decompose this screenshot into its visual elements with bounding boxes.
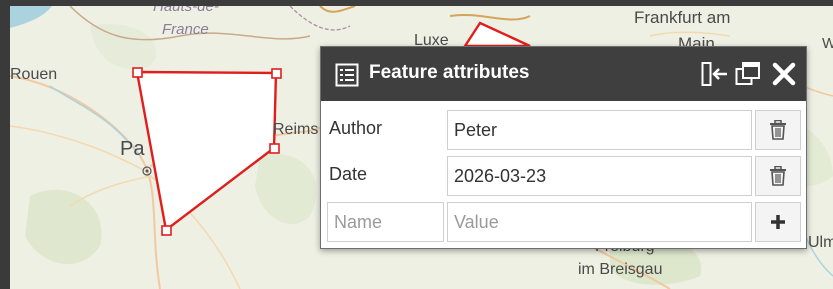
place-label-reims: Reims <box>273 121 319 138</box>
attribute-value-input[interactable]: Peter <box>447 110 752 150</box>
new-attribute-row <box>327 200 803 244</box>
popout-window-button[interactable] <box>735 61 761 92</box>
attribute-row-date: Date 2026-03-23 <box>327 154 803 198</box>
attribute-row-author: Author Peter <box>327 108 803 152</box>
dock-side-button[interactable] <box>701 61 729 92</box>
trash-icon <box>770 120 786 140</box>
list-icon <box>335 63 359 92</box>
place-label-region-2: France <box>162 21 209 38</box>
place-label-region: Hauts-de- <box>153 6 219 15</box>
plus-icon <box>771 215 785 229</box>
place-label-ulm: Ulm <box>808 234 833 251</box>
window-left-bar <box>0 0 10 289</box>
new-attribute-name-input[interactable] <box>327 202 444 242</box>
add-attribute-button[interactable] <box>755 202 801 242</box>
popout-window-icon <box>735 62 760 85</box>
attribute-name: Author <box>329 118 383 138</box>
delete-attribute-button[interactable] <box>755 156 801 196</box>
delete-attribute-button[interactable] <box>755 110 801 150</box>
attribute-name: Date <box>329 164 368 184</box>
feature-attributes-popup: Feature attributes Author Peter Date 202… <box>320 46 807 249</box>
close-icon <box>772 62 796 86</box>
attribute-value-input[interactable]: 2026-03-23 <box>447 156 752 196</box>
place-label-paris: Pa <box>120 138 145 160</box>
place-label-rouen: Rouen <box>10 66 58 83</box>
new-attribute-value-input[interactable] <box>447 202 752 242</box>
popup-title: Feature attributes <box>369 62 530 83</box>
popup-header: Feature attributes <box>321 47 806 101</box>
close-button[interactable] <box>771 61 797 92</box>
place-label-frankfurt: Frankfurt am <box>634 8 731 27</box>
place-label-breisgau: im Breisgau <box>578 261 663 278</box>
dock-side-icon <box>701 62 727 86</box>
place-label-edge-w: W <box>822 35 833 52</box>
trash-icon <box>770 166 786 186</box>
